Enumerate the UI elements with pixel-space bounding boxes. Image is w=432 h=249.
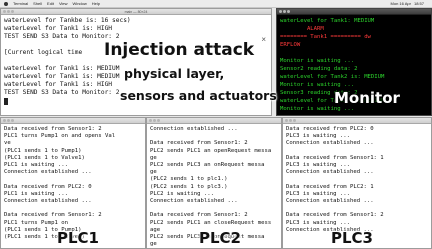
terminal-line: ge bbox=[150, 169, 157, 176]
plc2-terminal-titlebar[interactable] bbox=[147, 118, 281, 124]
terminal-line: Data received from Sensor1: 2 bbox=[286, 212, 384, 219]
plc1-terminal-output[interactable]: Data received from Sensor1: 2 PLC1 turns … bbox=[1, 124, 145, 243]
zoom-window-icon[interactable] bbox=[287, 10, 290, 13]
apple-menu-icon[interactable] bbox=[4, 1, 8, 6]
menu-help[interactable]: Help bbox=[92, 1, 100, 6]
terminal-line: PLC3 is waiting ... bbox=[286, 190, 350, 197]
minimize-window-icon[interactable] bbox=[153, 119, 156, 122]
zoom-window-icon[interactable] bbox=[157, 119, 160, 122]
clock-display: 18:57 bbox=[413, 1, 424, 6]
close-window-icon[interactable] bbox=[3, 119, 6, 122]
minimize-window-icon[interactable] bbox=[7, 119, 10, 122]
terminal-line: waterLevel for Tank1 is: HIGH bbox=[4, 25, 113, 32]
terminal-line: ve bbox=[4, 140, 11, 147]
terminal-line: Connection established ... bbox=[150, 126, 238, 132]
terminal-line: Data received from Sensor1: 1 bbox=[286, 154, 384, 161]
close-window-icon[interactable] bbox=[149, 119, 152, 122]
main-terminal-title: main — 80×24 bbox=[124, 10, 148, 14]
terminal-line: PLC2 sends PLC1 an closeRequest mess bbox=[150, 219, 272, 226]
terminal-line: PLC1 turns Pump1 on bbox=[4, 219, 68, 226]
terminal-line: Data received from Sensor1: 2 bbox=[150, 212, 248, 219]
terminal-line: PLC1 turns Pump1 on and opens Val bbox=[4, 133, 116, 140]
terminal-line: PLC3 is waiting ... bbox=[286, 219, 350, 226]
monitor-terminal-titlebar[interactable] bbox=[277, 9, 431, 15]
alarm-line: ======== Tank1 ========= dw bbox=[280, 34, 371, 40]
alarm-line: ERFLOW bbox=[280, 42, 301, 48]
terminal-line: PLC2 sends PLC1 an openRequest messa bbox=[150, 147, 272, 154]
terminal-line: Connection established ... bbox=[150, 198, 238, 205]
terminal-line: PLC1 is waiting ... bbox=[4, 190, 68, 197]
terminal-line: Connection established ... bbox=[4, 169, 92, 176]
terminal-line: PLC2 is waiting ... bbox=[150, 190, 214, 197]
close-icon[interactable]: × bbox=[261, 35, 266, 44]
menu-edit[interactable]: Edit bbox=[47, 1, 54, 6]
terminal-line: PLC1 is waiting ... bbox=[4, 162, 68, 169]
terminal-line: Data received from Sensor1: 2 bbox=[4, 126, 102, 132]
terminal-line: (PLC2 sends 1 to plc3.) bbox=[150, 183, 228, 190]
caption-plc1: PLC1 bbox=[57, 229, 99, 247]
plc1-terminal-titlebar[interactable] bbox=[1, 118, 145, 124]
terminal-line: Monitor is waiting ... bbox=[280, 82, 355, 88]
plc3-terminal-titlebar[interactable] bbox=[283, 118, 431, 124]
terminal-line: Data received from PLC2: 0 bbox=[286, 126, 374, 132]
terminal-line: Sensor2 reading data: 2 bbox=[280, 66, 358, 72]
terminal-line: waterLevel for Tankbe is: 16 secs) bbox=[4, 17, 131, 24]
close-window-icon[interactable] bbox=[279, 10, 282, 13]
menu-window[interactable]: Window bbox=[73, 1, 87, 6]
terminal-line: ge bbox=[150, 154, 157, 161]
terminal-line: Connection established ... bbox=[286, 140, 374, 147]
plc3-terminal-output[interactable]: Data received from PLC2: 0 PLC3 is waitin… bbox=[283, 124, 431, 236]
zoom-window-icon[interactable] bbox=[11, 119, 14, 122]
terminal-line: Data received from PLC2: 1 bbox=[286, 183, 374, 190]
menu-bar: Terminal Shell Edit View Window Help Mon… bbox=[0, 0, 432, 8]
main-terminal-titlebar[interactable]: main — 80×24 bbox=[1, 9, 271, 15]
terminal-line: Data received from Sensor1: 2 bbox=[4, 212, 102, 219]
minimize-window-icon[interactable] bbox=[283, 10, 286, 13]
menu-terminal[interactable]: Terminal bbox=[13, 1, 28, 6]
terminal-line: (PLC1 sends 1 to Pump1) bbox=[4, 147, 82, 154]
terminal-cursor bbox=[4, 98, 8, 105]
zoom-window-icon[interactable] bbox=[293, 119, 296, 122]
caption-plc3: PLC3 bbox=[331, 229, 373, 247]
terminal-line: PLC2 sends PLC3 an onRequest messa bbox=[150, 162, 265, 169]
caption-injection-attack: Injection attack bbox=[104, 40, 255, 60]
terminal-line: Data received from Sensor1: 2 bbox=[150, 140, 248, 147]
terminal-line: Connection established ... bbox=[4, 198, 92, 205]
terminal-line: Connection established ... bbox=[286, 198, 374, 205]
terminal-line: PLC3 is waiting ... bbox=[286, 133, 350, 140]
terminal-line: (PLC1 sends 1 to Valve1) bbox=[4, 154, 85, 161]
caption-plc2: PLC2 bbox=[199, 229, 241, 247]
menu-shell[interactable]: Shell bbox=[33, 1, 42, 6]
caption-monitor: Monitor bbox=[334, 89, 400, 107]
close-window-icon[interactable] bbox=[285, 119, 288, 122]
caption-sensors-actuators: sensors and actuators bbox=[120, 88, 277, 103]
terminal-line: Data received from PLC2: 0 bbox=[4, 183, 92, 190]
date-display: Mon 16 Apr bbox=[390, 1, 411, 6]
terminal-line: Connection established ... bbox=[286, 169, 374, 176]
caption-physical-layer: physical layer, bbox=[124, 66, 225, 81]
alarm-line: ALARM bbox=[280, 26, 324, 32]
terminal-line: PLC3 is waiting ... bbox=[286, 162, 350, 169]
minimize-window-icon[interactable] bbox=[289, 119, 292, 122]
terminal-line: Monitor is waiting ... bbox=[280, 58, 355, 64]
menu-status-area: Mon 16 Apr 18:57 bbox=[391, 1, 432, 6]
menu-view[interactable]: View bbox=[59, 1, 68, 6]
terminal-line: waterLevel for Tank1: MEDIUM bbox=[280, 18, 375, 24]
terminal-line: waterLevel for Tank2 is: MEDIUM bbox=[280, 74, 385, 80]
terminal-line: (PLC2 sends 1 to plc1.) bbox=[150, 176, 228, 183]
